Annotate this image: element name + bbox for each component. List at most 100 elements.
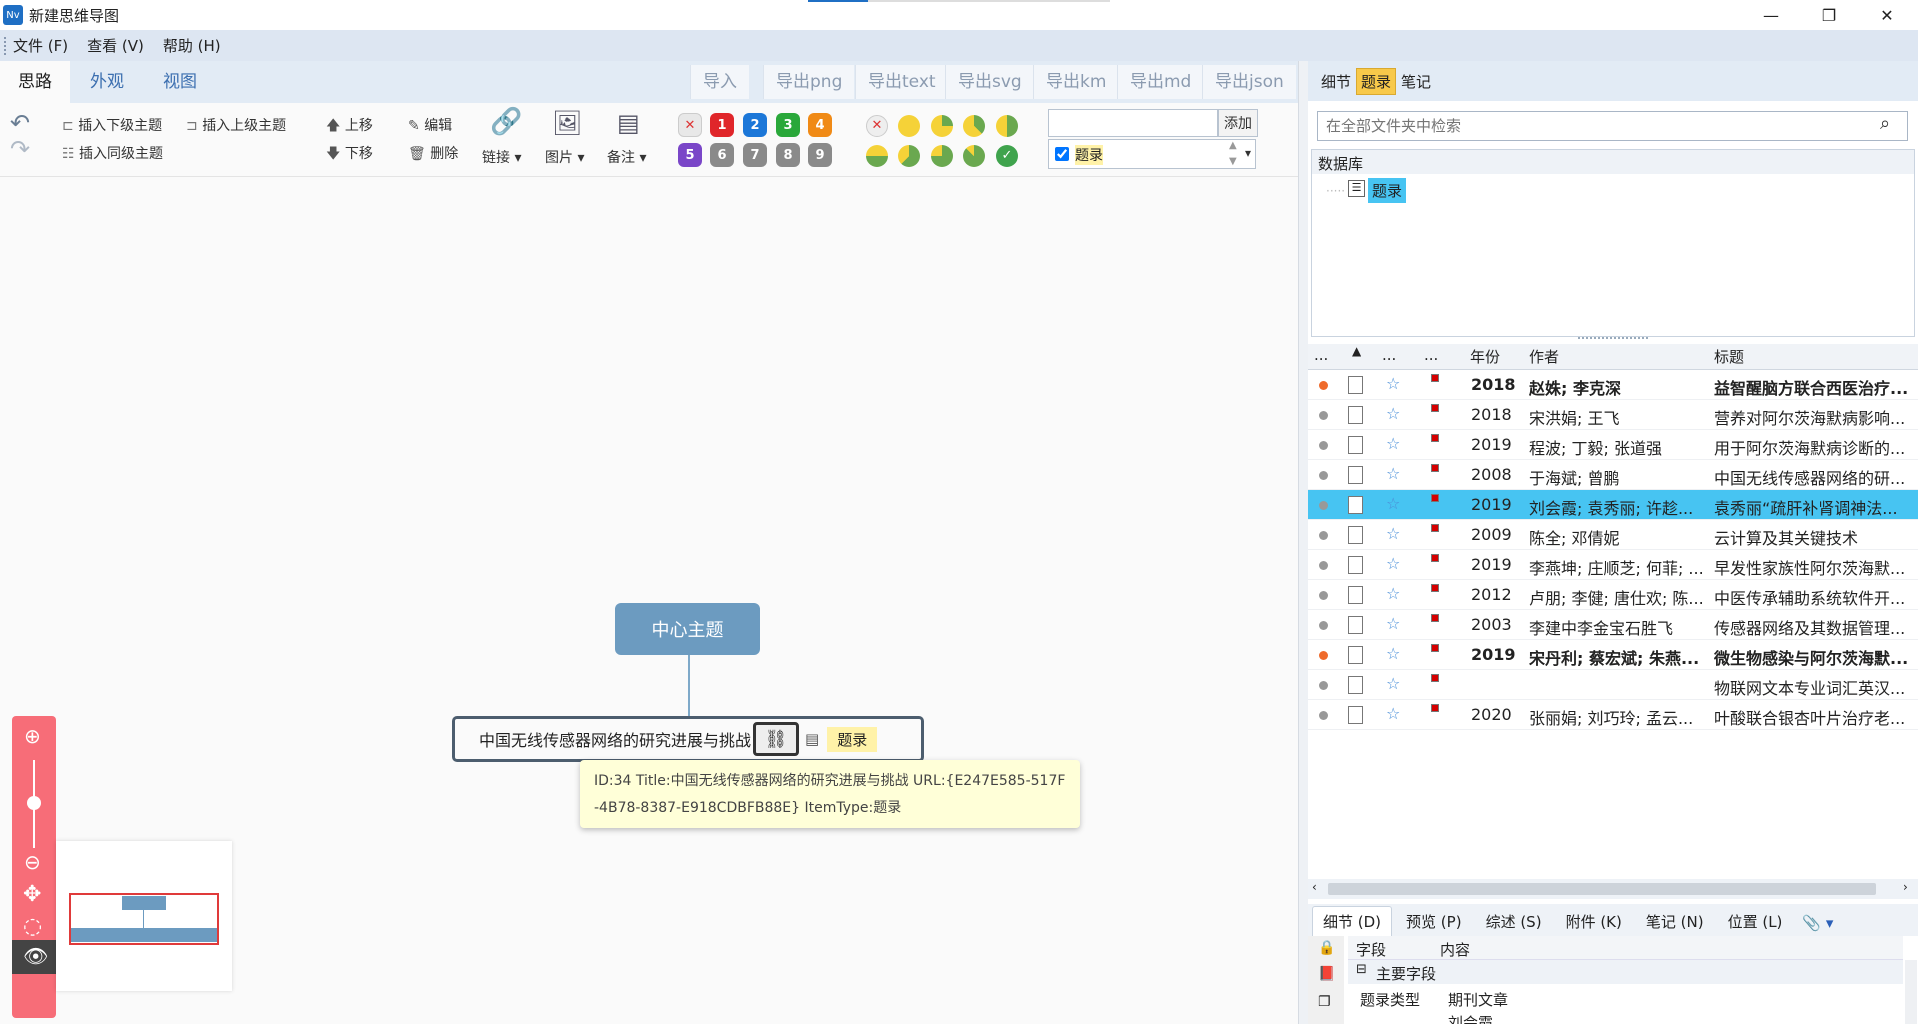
priority-5[interactable]: 5 [678,143,702,167]
rtab-bibliography[interactable]: 题录 [1356,67,1397,95]
progress-0-icon[interactable] [898,115,920,137]
read-status-icon[interactable] [1319,441,1328,450]
progress-7-icon[interactable] [963,145,985,167]
rtab-detail[interactable]: 细节 [1318,69,1354,94]
star-icon[interactable]: ☆ [1386,674,1400,693]
priority-clear[interactable]: ✕ [678,113,702,137]
col-star[interactable]: ... [1382,346,1396,364]
star-icon[interactable]: ☆ [1386,554,1400,573]
tag-dropdown-icon[interactable]: ▾ [1245,146,1251,160]
read-status-icon[interactable] [1319,411,1328,420]
flag-icon[interactable] [1431,644,1439,652]
read-status-icon[interactable] [1319,501,1328,510]
progress-4-icon[interactable] [866,145,888,167]
star-icon[interactable]: ☆ [1386,614,1400,633]
read-status-icon[interactable] [1319,561,1328,570]
table-row[interactable]: ☆ 2008 于海斌; 曾鹏 中国无线传感器网络的研... [1308,460,1918,490]
col-title[interactable]: 标题 [1714,346,1744,367]
tab-view[interactable]: 视图 [163,61,197,103]
read-status-icon[interactable] [1319,711,1328,720]
star-icon[interactable]: ☆ [1386,404,1400,423]
flag-icon[interactable] [1431,554,1439,562]
minimize-button[interactable]: — [1742,0,1800,30]
table-row[interactable]: ☆ 2003 李建中李金宝石胜飞 传感器网络及其数据管理... [1308,610,1918,640]
tag-input[interactable] [1048,109,1218,137]
progress-5-icon[interactable] [898,145,920,167]
priority-2[interactable]: 2 [743,113,767,137]
flag-icon[interactable] [1431,494,1439,502]
star-icon[interactable]: ☆ [1386,494,1400,513]
locate-icon[interactable]: ◌ [23,914,42,939]
move-down-button[interactable]: 🡇 下移 [326,143,373,167]
flag-icon[interactable] [1431,464,1439,472]
read-status-icon[interactable] [1319,651,1328,660]
export-km-button[interactable]: 导出km [1033,65,1119,99]
table-row[interactable]: ☆ 2018 宋洪娟; 王飞 营养对阿尔茨海默病影响... [1308,400,1918,430]
detail-group[interactable]: ⊟ 主要字段 [1348,960,1903,984]
tab-appearance[interactable]: 外观 [90,61,124,103]
zoom-out-icon[interactable]: ⊖ [24,850,41,874]
table-row[interactable]: ☆ 2018 赵姝; 李克深 益智醒脑方联合西医治疗... [1308,370,1918,400]
btab-location[interactable]: 位置 (L) [1718,907,1793,936]
flag-icon[interactable] [1431,374,1439,382]
image-dropdown[interactable]: 图片 ▾ [545,147,584,167]
star-icon[interactable]: ☆ [1386,464,1400,483]
tab-idea[interactable]: 思路 [0,61,70,103]
menu-file[interactable]: 文件 (F) [13,35,68,56]
lock-icon[interactable]: 🔒 [1318,940,1335,956]
progress-6-icon[interactable] [931,145,953,167]
flag-icon[interactable] [1431,524,1439,532]
btab-attachment[interactable]: 附件 (K) [1556,907,1632,936]
insert-parent-button[interactable]: ⊐ 插入上级主题 [186,115,286,135]
attach-icon[interactable]: 📎 ▾ [1796,910,1839,936]
field-type-value[interactable]: 期刊文章 [1448,989,1508,1010]
insert-sibling-button[interactable]: ☷ 插入同级主题 [62,143,163,163]
flag-icon[interactable] [1431,674,1439,682]
export-json-button[interactable]: 导出json [1202,65,1296,99]
progress-1-icon[interactable] [931,115,953,137]
export-png-button[interactable]: 导出png [763,65,855,99]
flag-icon[interactable] [1431,404,1439,412]
read-status-icon[interactable] [1319,621,1328,630]
read-status-icon[interactable] [1319,471,1328,480]
table-row[interactable]: ☆ 2019 程波; 丁毅; 张道强 用于阿尔茨海默病诊断的... [1308,430,1918,460]
read-status-icon[interactable] [1319,531,1328,540]
star-icon[interactable]: ☆ [1386,374,1400,393]
export-svg-button[interactable]: 导出svg [945,65,1034,99]
close-button[interactable]: ✕ [1858,0,1916,30]
col-author[interactable]: 作者 [1529,346,1559,367]
field-author-value[interactable]: 刘会霞 [1448,1012,1493,1024]
table-row[interactable]: ☆ 2009 陈全; 邓倩妮 云计算及其关键技术 [1308,520,1918,550]
btab-notes[interactable]: 笔记 (N) [1636,907,1714,936]
delete-button[interactable]: 🗑 删除 [408,143,458,163]
flag-icon[interactable] [1431,614,1439,622]
rtab-notes[interactable]: 笔记 [1398,69,1434,94]
priority-4[interactable]: 4 [808,113,832,137]
insert-child-button[interactable]: ⊏ 插入下级主题 [62,115,162,135]
pane-splitter[interactable] [1298,61,1308,1024]
table-row[interactable]: ☆ 2019 李燕坤; 庄顺芝; 何菲; ... 早发性家族性阿尔茨海默... [1308,550,1918,580]
table-row[interactable]: ☆ 2019 刘会霞; 袁秀丽; 许趁... 袁秀丽“疏肝补肾调神法... [1308,490,1918,520]
menu-help[interactable]: 帮助 (H) [163,35,221,56]
tag-scroll-down-icon[interactable]: ▼ [1229,156,1237,167]
table-row[interactable]: ☆ 物联网文本专业词汇英汉... [1308,670,1918,700]
table-row[interactable]: ☆ 2020 张丽娟; 刘巧玲; 孟云... 叶酸联合银杏叶片治疗老... [1308,700,1918,730]
add-tag-button[interactable]: 添加 [1218,109,1258,137]
move-up-button[interactable]: 🡅 上移 [326,115,373,139]
horizontal-scrollbar[interactable]: ‹ › [1308,879,1918,899]
note-icon[interactable]: ▤ [805,730,819,748]
priority-8[interactable]: 8 [776,143,800,167]
priority-6[interactable]: 6 [710,143,734,167]
search-input[interactable] [1317,111,1908,141]
progress-2-icon[interactable] [963,115,985,137]
read-status-icon[interactable] [1319,591,1328,600]
minimap[interactable] [56,841,232,991]
priority-1[interactable]: 1 [710,113,734,137]
star-icon[interactable]: ☆ [1386,704,1400,723]
search-icon[interactable]: ⌕ [1880,113,1890,134]
detail-scrollbar[interactable] [1905,960,1917,1024]
priority-3[interactable]: 3 [776,113,800,137]
maximize-button[interactable]: ❐ [1800,0,1858,30]
col-sort-icon[interactable]: ▲ [1352,344,1361,358]
star-icon[interactable]: ☆ [1386,434,1400,453]
